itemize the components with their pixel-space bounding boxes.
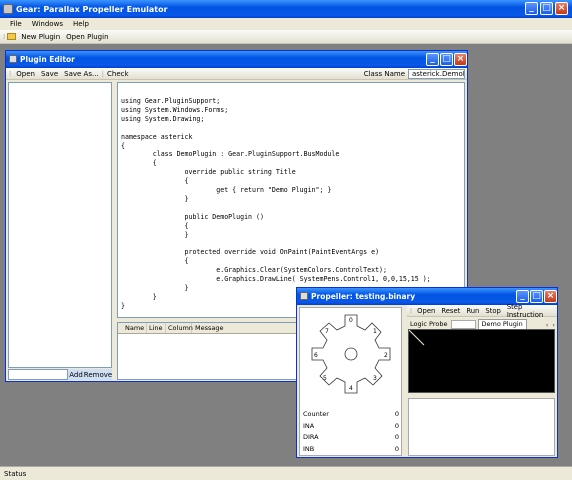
- editor-close-button[interactable]: ×: [454, 53, 467, 66]
- register-name: INB: [303, 444, 315, 453]
- main-toolbar: ⁞ New Plugin Open Plugin: [0, 30, 572, 44]
- tab-input[interactable]: [450, 320, 476, 329]
- register-value: 0: [394, 421, 399, 430]
- cog-label-3: 3: [373, 375, 377, 382]
- register-name: INA: [303, 421, 315, 430]
- references-input[interactable]: [8, 369, 68, 380]
- propeller-minimize-button[interactable]: _: [516, 290, 529, 303]
- class-name-label: Class Name: [363, 69, 405, 78]
- maximize-button[interactable]: □: [540, 2, 553, 15]
- plugin-editor-titlebar: Plugin Editor _ □ ×: [6, 51, 467, 68]
- demo-plugin-canvas[interactable]: [408, 329, 555, 393]
- folder-icon: [7, 33, 17, 40]
- code-editor[interactable]: using Gear.PluginSupport; using System.W…: [117, 82, 465, 318]
- new-plugin-button[interactable]: New Plugin: [18, 33, 63, 41]
- propeller-toolbar: ⁞ Open Reset Run Stop Step Instruction: [407, 303, 557, 319]
- main-menubar: File Windows Help: [0, 18, 572, 30]
- editor-open-button[interactable]: Open: [13, 70, 38, 78]
- cog-label-7: 7: [325, 328, 329, 335]
- propeller-reset-button[interactable]: Reset: [438, 307, 463, 315]
- propeller-lower-panel: [408, 398, 555, 456]
- column-header-column[interactable]: Column: [166, 323, 193, 333]
- register-row: DIRA 0: [303, 432, 399, 444]
- column-header-name[interactable]: Name: [118, 323, 147, 333]
- register-value: 0: [394, 444, 399, 453]
- editor-check-button[interactable]: Check: [104, 70, 132, 78]
- propeller-step-button[interactable]: Step Instruction: [504, 303, 557, 319]
- editor-save-as-button[interactable]: Save As...: [61, 70, 102, 78]
- register-name: DIRA: [303, 433, 319, 441]
- cog-gear-diagram: 0 1 2 3 4 5 6 7: [311, 314, 391, 394]
- propeller-run-button[interactable]: Run: [463, 307, 482, 315]
- propeller-toolbar-grip: ⁞: [410, 306, 412, 315]
- propeller-title: Propeller: testing.binary: [311, 292, 416, 301]
- plugin-editor-title: Plugin Editor: [20, 55, 75, 64]
- app-icon: [3, 4, 13, 14]
- cog-label-6: 6: [314, 352, 318, 359]
- register-name: Counter: [303, 410, 329, 418]
- column-header-message[interactable]: Message: [192, 323, 224, 333]
- editor-toolbar-grip: ⁞: [9, 69, 11, 78]
- main-title: Gear: Parallax Propeller Emulator: [16, 4, 168, 14]
- tab-demo-plugin[interactable]: Demo Plugin: [477, 319, 527, 329]
- register-row: INB 0: [303, 444, 399, 456]
- gear-hub: [344, 347, 358, 361]
- cog-label-2: 2: [384, 352, 388, 359]
- references-list[interactable]: [8, 82, 112, 368]
- propeller-stop-button[interactable]: Stop: [482, 307, 503, 315]
- tab-scroll-left-icon[interactable]: ‹: [544, 321, 551, 329]
- minimize-button[interactable]: _: [525, 2, 538, 15]
- cog-label-1: 1: [373, 328, 377, 335]
- tab-scroll-right-icon[interactable]: ›: [550, 321, 557, 329]
- menu-file[interactable]: File: [0, 20, 27, 28]
- plugin-editor-toolbar: ⁞ Open Save Save As... | Check Class Nam…: [6, 68, 467, 80]
- propeller-splitter[interactable]: [402, 307, 407, 456]
- propeller-window: Propeller: testing.binary _ □ × 0 1 2 3 …: [296, 287, 558, 458]
- register-row: INA 0: [303, 421, 399, 433]
- plugin-tabs: Logic Probe Demo Plugin ‹ ›: [407, 318, 557, 329]
- tab-logic-probe[interactable]: Logic Probe: [407, 319, 451, 329]
- cog-panel: 0 1 2 3 4 5 6 7 Counter 0 INA 0 DIRA 0 INB 0: [299, 307, 402, 456]
- add-reference-button[interactable]: Add: [68, 369, 84, 380]
- cog-label-4: 4: [349, 385, 353, 392]
- editor-save-button[interactable]: Save: [38, 70, 61, 78]
- status-text: Status: [4, 469, 27, 478]
- column-header-line[interactable]: Line: [147, 323, 166, 333]
- main-titlebar: Gear: Parallax Propeller Emulator _ □ ×: [0, 0, 572, 18]
- propeller-close-button[interactable]: ×: [544, 290, 557, 303]
- remove-reference-button[interactable]: Remove: [84, 369, 112, 380]
- toolbar-grip: ⁞: [3, 32, 5, 41]
- menu-help[interactable]: Help: [68, 20, 94, 28]
- cog-label-0: 0: [349, 317, 353, 324]
- class-name-input[interactable]: asterick.DemoPlugir: [408, 68, 465, 79]
- open-plugin-button[interactable]: Open Plugin: [63, 33, 111, 41]
- register-list: Counter 0 INA 0 DIRA 0 INB 0: [303, 409, 399, 455]
- close-button[interactable]: ×: [555, 2, 568, 15]
- cog-label-5: 5: [323, 375, 327, 382]
- editor-maximize-button[interactable]: □: [440, 53, 453, 66]
- propeller-open-button[interactable]: Open: [414, 307, 438, 315]
- menu-windows[interactable]: Windows: [27, 20, 68, 28]
- register-value: 0: [394, 433, 399, 441]
- status-bar: Status: [0, 466, 572, 480]
- register-row: Counter 0: [303, 409, 399, 421]
- plugin-drawn-line: [408, 329, 425, 346]
- editor-minimize-button[interactable]: _: [426, 53, 439, 66]
- propeller-icon: [300, 292, 308, 300]
- propeller-maximize-button[interactable]: □: [530, 290, 543, 303]
- register-value: 0: [394, 410, 399, 418]
- plugin-editor-icon: [9, 55, 17, 63]
